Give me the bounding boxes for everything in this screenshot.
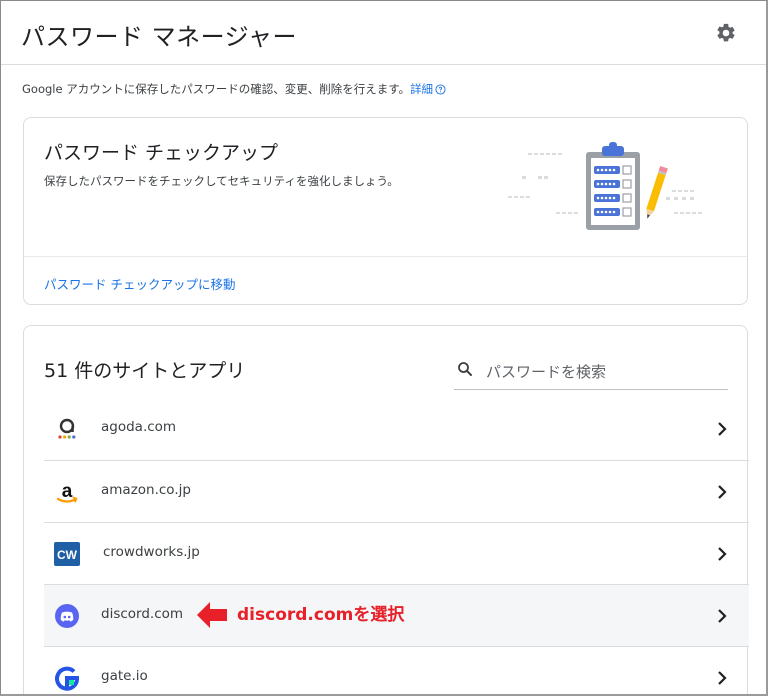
gate-io-icon	[55, 666, 79, 691]
checkup-subtitle: 保存したパスワードをチェックしてセキュリティを強化しましょう。	[44, 174, 399, 188]
sites-count-heading: 51 件のサイトとアプリ	[44, 360, 246, 382]
arrow-left-icon	[197, 602, 227, 628]
discord-icon	[55, 604, 79, 628]
search-icon	[458, 362, 472, 376]
site-name: discord.com	[101, 606, 184, 622]
chevron-right-icon	[718, 547, 727, 561]
password-search-field[interactable]: パスワードを検索	[454, 352, 728, 390]
chevron-right-icon	[718, 671, 727, 685]
checkup-title: パスワード チェックアップ	[44, 142, 279, 164]
password-checkup-card: パスワード チェックアップ 保存したパスワードをチェックしてセキュリティを強化し…	[23, 117, 748, 305]
saved-passwords-card: 51 件のサイトとアプリ パスワードを検索 agoda.com a amazon…	[23, 325, 749, 694]
help-circle-icon[interactable]	[435, 84, 446, 95]
password-row-agoda[interactable]: agoda.com	[44, 398, 749, 460]
site-name: amazon.co.jp	[101, 482, 191, 498]
chevron-right-icon	[718, 485, 727, 499]
svg-text:CW: CW	[57, 548, 78, 562]
top-bar: パスワード マネージャー	[1, 1, 766, 65]
card-divider	[24, 256, 747, 257]
annotation-text: discord.comを選択	[237, 605, 405, 625]
chevron-right-icon	[718, 422, 727, 436]
description-text: Google アカウントに保存したパスワードの確認、変更、削除を行えます。	[22, 82, 411, 96]
search-placeholder: パスワードを検索	[486, 363, 607, 381]
chevron-right-icon	[718, 609, 727, 623]
password-row-crowdworks[interactable]: CW crowdworks.jp	[44, 522, 749, 584]
crowdworks-icon: CW	[54, 542, 80, 566]
amazon-icon: a	[56, 481, 78, 503]
password-manager-window: パスワード マネージャー Google アカウントに保存したパスワードの確認、変…	[0, 0, 768, 696]
password-row-gate-io[interactable]: gate.io	[44, 646, 749, 694]
gear-icon[interactable]	[715, 22, 737, 44]
agoda-icon	[58, 418, 76, 439]
details-link[interactable]: 詳細	[410, 82, 433, 96]
site-name: agoda.com	[101, 419, 177, 435]
site-name: gate.io	[101, 668, 148, 684]
page-description: Google アカウントに保存したパスワードの確認、変更、削除を行えます。詳細	[22, 81, 446, 97]
svg-text:a: a	[62, 481, 73, 502]
clipboard-checklist-illustration	[508, 142, 702, 230]
password-row-amazon[interactable]: a amazon.co.jp	[44, 460, 749, 522]
go-to-checkup-link[interactable]: パスワード チェックアップに移動	[44, 274, 235, 293]
page-title: パスワード マネージャー	[21, 23, 297, 51]
site-name: crowdworks.jp	[103, 544, 200, 560]
